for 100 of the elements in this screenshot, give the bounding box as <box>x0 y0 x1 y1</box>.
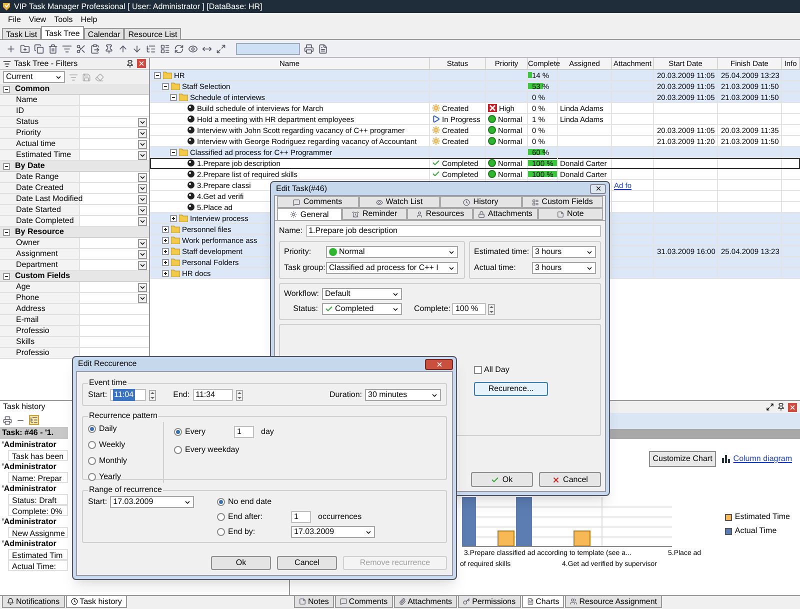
dialog-tab[interactable]: Resources <box>407 208 473 220</box>
dropdown-button[interactable] <box>138 194 147 204</box>
status-dropdown[interactable]: Completed <box>322 303 402 315</box>
panel-tab[interactable]: Task history <box>66 596 127 608</box>
tree-toggle[interactable] <box>162 82 169 90</box>
menu-item[interactable]: File <box>8 14 21 26</box>
tree-toggle[interactable] <box>162 226 169 232</box>
ok-button[interactable]: Ok <box>471 472 533 487</box>
pin-icon[interactable] <box>777 403 785 411</box>
tree-toggle[interactable] <box>3 86 10 92</box>
pin-icon[interactable] <box>104 44 114 54</box>
radio-button[interactable] <box>88 425 96 433</box>
radio-button[interactable] <box>174 428 182 436</box>
close-button[interactable] <box>425 358 453 370</box>
trash-icon[interactable] <box>48 44 58 54</box>
interval-field[interactable]: 1 <box>234 426 254 438</box>
spinner-icon[interactable] <box>149 390 156 400</box>
occurrences-field[interactable]: 1 <box>291 511 311 523</box>
radio-button[interactable] <box>88 441 96 449</box>
dropdown-button[interactable] <box>138 206 147 214</box>
actual-time-dropdown[interactable]: 3 hours <box>532 262 596 274</box>
tree-icon[interactable] <box>29 415 39 425</box>
dropdown-button[interactable] <box>138 238 147 248</box>
dropdown-button[interactable] <box>138 118 147 126</box>
paste-icon[interactable] <box>90 44 100 54</box>
panel-tab[interactable]: Resource Assignment <box>565 596 662 608</box>
list-icon[interactable] <box>160 44 170 54</box>
tree-toggle[interactable] <box>170 94 177 100</box>
radio-button[interactable] <box>217 513 225 521</box>
workflow-dropdown[interactable]: Default <box>322 288 402 300</box>
filter-icon[interactable] <box>62 44 72 54</box>
expand-icon[interactable] <box>216 44 226 54</box>
menu-item[interactable]: Help <box>80 14 98 26</box>
up-arrow-icon[interactable] <box>118 44 128 54</box>
panel-tab[interactable]: Attachments <box>394 596 458 608</box>
customize-chart-button[interactable]: Customize Chart <box>648 451 716 467</box>
start-time-field[interactable]: 11:04 <box>110 389 146 401</box>
view-tab[interactable]: Task Tree <box>41 26 84 39</box>
copy-icon[interactable] <box>34 44 44 54</box>
refresh-icon[interactable] <box>174 44 184 54</box>
scissors-icon[interactable] <box>76 44 86 54</box>
plus-icon[interactable] <box>6 44 16 54</box>
ok-button[interactable]: Ok <box>211 556 271 570</box>
name-field[interactable]: 1.Prepare job description <box>306 225 601 237</box>
recurrence-button[interactable]: Recurence... <box>474 382 548 396</box>
dropdown-button[interactable] <box>138 128 147 138</box>
end-date-dropdown[interactable]: 17.03.2009 <box>291 526 375 538</box>
checkbox[interactable] <box>474 366 482 374</box>
dialog-tab[interactable]: Custom Fields <box>522 196 603 208</box>
radio-button[interactable] <box>174 446 182 454</box>
folder-plus-icon[interactable] <box>20 44 30 54</box>
dialog-tab[interactable]: History <box>440 196 522 208</box>
menu-item[interactable]: Tools <box>54 14 73 26</box>
tree-toggle[interactable] <box>170 148 177 156</box>
dropdown-button[interactable] <box>138 282 147 292</box>
dropdown-button[interactable] <box>138 172 147 182</box>
cancel-button[interactable]: Cancel <box>277 556 337 570</box>
panel-tab[interactable]: Charts <box>522 596 564 608</box>
start-date-dropdown[interactable]: 17.03.2009 <box>110 496 194 508</box>
chart-type-link[interactable]: Column diagram <box>733 453 792 465</box>
tree-toggle[interactable] <box>170 214 177 222</box>
panel-tab[interactable]: Comments <box>334 596 393 608</box>
dialog-tab[interactable]: Watch List <box>358 196 440 208</box>
menu-item[interactable]: View <box>28 14 46 26</box>
cancel-button[interactable]: Cancel <box>539 472 601 487</box>
tree-icon[interactable] <box>146 44 156 54</box>
dropdown-button[interactable] <box>138 250 147 258</box>
view-tab[interactable]: Calendar <box>84 28 124 39</box>
radio-button[interactable] <box>88 473 96 481</box>
radio-button[interactable] <box>217 528 225 536</box>
dialog-tab[interactable]: Comments <box>277 196 358 208</box>
tree-toggle[interactable] <box>162 236 169 244</box>
printer-icon[interactable] <box>304 44 314 54</box>
spinner-icon[interactable] <box>236 390 243 400</box>
tree-toggle[interactable] <box>162 248 169 254</box>
radio-button[interactable] <box>88 457 96 465</box>
complete-field[interactable]: 100 % <box>452 303 486 315</box>
panel-tab[interactable]: Permissions <box>458 596 521 608</box>
dropdown-button[interactable] <box>138 216 147 226</box>
dialog-tab[interactable]: Attachments <box>472 208 538 220</box>
restore-icon[interactable] <box>766 403 774 411</box>
dropdown-button[interactable] <box>138 294 147 302</box>
view-tab[interactable]: Task List <box>2 28 42 39</box>
preset-dropdown[interactable]: Current <box>3 71 65 83</box>
estimated-time-dropdown[interactable]: 3 hours <box>532 246 596 258</box>
tree-toggle[interactable] <box>3 272 10 280</box>
dropdown-button[interactable] <box>138 184 147 192</box>
dialog-tab[interactable]: Reminder <box>342 208 408 220</box>
pin-icon[interactable] <box>126 60 134 68</box>
tree-toggle[interactable] <box>162 258 169 266</box>
dialog-tab[interactable]: Note <box>538 208 604 220</box>
tree-toggle[interactable] <box>3 228 10 236</box>
dialog-tab[interactable]: General <box>277 208 342 220</box>
eye-icon[interactable] <box>188 44 198 54</box>
priority-dropdown[interactable]: Normal <box>326 246 458 258</box>
dropdown-button[interactable] <box>138 140 147 148</box>
task-group-dropdown[interactable]: Classified ad process for C++ I <box>326 262 458 274</box>
spinner-icon[interactable] <box>488 304 496 314</box>
radio-button[interactable] <box>217 498 225 506</box>
tree-toggle[interactable] <box>154 72 161 78</box>
